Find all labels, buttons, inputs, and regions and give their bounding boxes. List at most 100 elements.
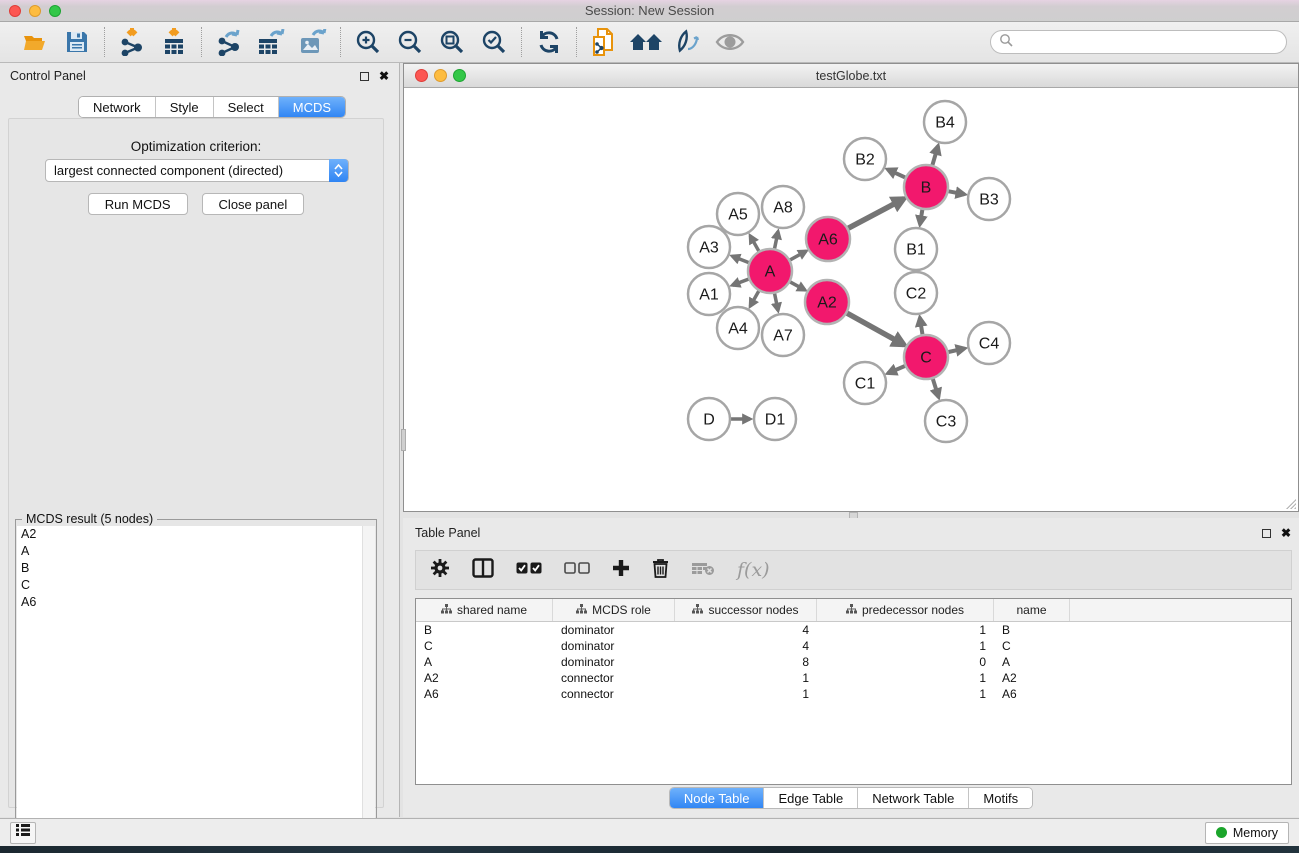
- node-A5[interactable]: A5: [717, 193, 759, 235]
- table-row[interactable]: Cdominator41C: [416, 638, 1291, 654]
- table-cell[interactable]: A: [994, 655, 1070, 669]
- show-hidden-button[interactable]: [716, 28, 744, 56]
- table-cell[interactable]: A: [416, 655, 553, 669]
- memory-button[interactable]: Memory: [1205, 822, 1289, 844]
- hide-selected-button[interactable]: [674, 28, 702, 56]
- mcds-result-item[interactable]: A: [17, 543, 363, 560]
- table-cell[interactable]: 1: [675, 671, 817, 685]
- node-C3[interactable]: C3: [925, 400, 967, 442]
- edge-A2-C[interactable]: [844, 311, 905, 345]
- network-canvas[interactable]: B4B2BB3A8A5A6A3B1AA1C2A2A4A7C4CC1DD1C3: [405, 89, 1297, 511]
- node-B4[interactable]: B4: [924, 101, 966, 143]
- table-row[interactable]: Bdominator41B: [416, 622, 1291, 638]
- column-header-successor-nodes[interactable]: successor nodes: [675, 599, 817, 621]
- network-graph[interactable]: B4B2BB3A8A5A6A3B1AA1C2A2A4A7C4CC1DD1C3: [405, 89, 1297, 511]
- network-zoom-button[interactable]: [453, 69, 466, 82]
- node-B3[interactable]: B3: [968, 178, 1010, 220]
- node-A1[interactable]: A1: [688, 273, 730, 315]
- table-cell[interactable]: dominator: [553, 623, 675, 637]
- node-D1[interactable]: D1: [754, 398, 796, 440]
- node-A2[interactable]: A2: [805, 280, 849, 324]
- select-all-button[interactable]: [516, 561, 542, 579]
- mcds-result-item[interactable]: A2: [17, 526, 363, 543]
- node-table[interactable]: shared nameMCDS rolesuccessor nodesprede…: [415, 598, 1292, 785]
- table-cell[interactable]: A2: [994, 671, 1070, 685]
- table-cell[interactable]: C: [994, 639, 1070, 653]
- column-header-MCDS-role[interactable]: MCDS role: [553, 599, 675, 621]
- mcds-result-scrollbar[interactable]: [362, 526, 375, 853]
- tab-motifs[interactable]: Motifs: [969, 788, 1032, 808]
- table-cell[interactable]: connector: [553, 671, 675, 685]
- export-table-button[interactable]: [257, 28, 285, 56]
- node-B1[interactable]: B1: [895, 228, 937, 270]
- run-mcds-button[interactable]: Run MCDS: [88, 193, 188, 215]
- vertical-splitter-handle[interactable]: [401, 429, 406, 451]
- node-A4[interactable]: A4: [717, 307, 759, 349]
- table-cell[interactable]: 1: [817, 639, 994, 653]
- save-session-button[interactable]: [63, 28, 91, 56]
- mcds-result-item[interactable]: A6: [17, 594, 363, 611]
- table-cell[interactable]: 4: [675, 623, 817, 637]
- float-panel-icon[interactable]: [360, 72, 369, 81]
- table-cell[interactable]: 1: [817, 623, 994, 637]
- table-cell[interactable]: A6: [994, 687, 1070, 701]
- table-cell[interactable]: A2: [416, 671, 553, 685]
- column-header-name[interactable]: name: [994, 599, 1070, 621]
- network-window-titlebar[interactable]: testGlobe.txt: [404, 64, 1298, 88]
- float-table-panel-icon[interactable]: [1262, 529, 1271, 538]
- table-cell[interactable]: B: [994, 623, 1070, 637]
- table-row[interactable]: Adominator80A: [416, 654, 1291, 670]
- table-cell[interactable]: 1: [675, 687, 817, 701]
- delete-column-button[interactable]: [652, 558, 669, 583]
- zoom-selected-button[interactable]: [480, 28, 508, 56]
- close-panel-button[interactable]: Close panel: [202, 193, 305, 215]
- first-neighbors-button[interactable]: [632, 28, 660, 56]
- node-A3[interactable]: A3: [688, 226, 730, 268]
- new-network-from-selection-button[interactable]: [590, 28, 618, 56]
- mcds-result-item[interactable]: B: [17, 560, 363, 577]
- table-cell[interactable]: connector: [553, 687, 675, 701]
- column-settings-button[interactable]: [430, 558, 450, 583]
- edge-A6-B[interactable]: [845, 199, 904, 230]
- tab-edge-table[interactable]: Edge Table: [764, 788, 858, 808]
- tab-style[interactable]: Style: [156, 97, 214, 117]
- export-network-button[interactable]: [215, 28, 243, 56]
- table-cell[interactable]: dominator: [553, 639, 675, 653]
- node-A7[interactable]: A7: [762, 314, 804, 356]
- table-cell[interactable]: dominator: [553, 655, 675, 669]
- mcds-result-list[interactable]: A2ABCA6: [17, 526, 363, 853]
- tab-network-table[interactable]: Network Table: [858, 788, 969, 808]
- node-C1[interactable]: C1: [844, 362, 886, 404]
- add-column-button[interactable]: [612, 559, 630, 582]
- show-columns-button[interactable]: [472, 558, 494, 583]
- zoom-fit-button[interactable]: [438, 28, 466, 56]
- node-B2[interactable]: B2: [844, 138, 886, 180]
- minimize-window-button[interactable]: [29, 5, 41, 17]
- table-cell[interactable]: A6: [416, 687, 553, 701]
- node-D[interactable]: D: [688, 398, 730, 440]
- table-cell[interactable]: 4: [675, 639, 817, 653]
- table-cell[interactable]: 0: [817, 655, 994, 669]
- column-header-shared-name[interactable]: shared name: [416, 599, 553, 621]
- resize-grip-icon[interactable]: [1283, 496, 1296, 509]
- deselect-all-button[interactable]: [564, 561, 590, 579]
- tab-mcds[interactable]: MCDS: [279, 97, 345, 117]
- node-C4[interactable]: C4: [968, 322, 1010, 364]
- delete-table-button[interactable]: [691, 560, 715, 581]
- close-panel-icon[interactable]: ✖: [379, 72, 389, 81]
- table-cell[interactable]: 1: [817, 687, 994, 701]
- criterion-dropdown[interactable]: largest connected component (directed): [45, 159, 349, 182]
- open-session-button[interactable]: [21, 28, 49, 56]
- network-close-button[interactable]: [415, 69, 428, 82]
- import-table-button[interactable]: [160, 28, 188, 56]
- zoom-out-button[interactable]: [396, 28, 424, 56]
- table-row[interactable]: A6connector11A6: [416, 686, 1291, 702]
- node-C[interactable]: C: [904, 335, 948, 379]
- tab-network[interactable]: Network: [79, 97, 156, 117]
- table-cell[interactable]: B: [416, 623, 553, 637]
- network-minimize-button[interactable]: [434, 69, 447, 82]
- zoom-in-button[interactable]: [354, 28, 382, 56]
- function-builder-button[interactable]: f(x): [737, 559, 770, 581]
- window-titlebar[interactable]: Session: New Session: [0, 0, 1299, 22]
- export-image-button[interactable]: [299, 28, 327, 56]
